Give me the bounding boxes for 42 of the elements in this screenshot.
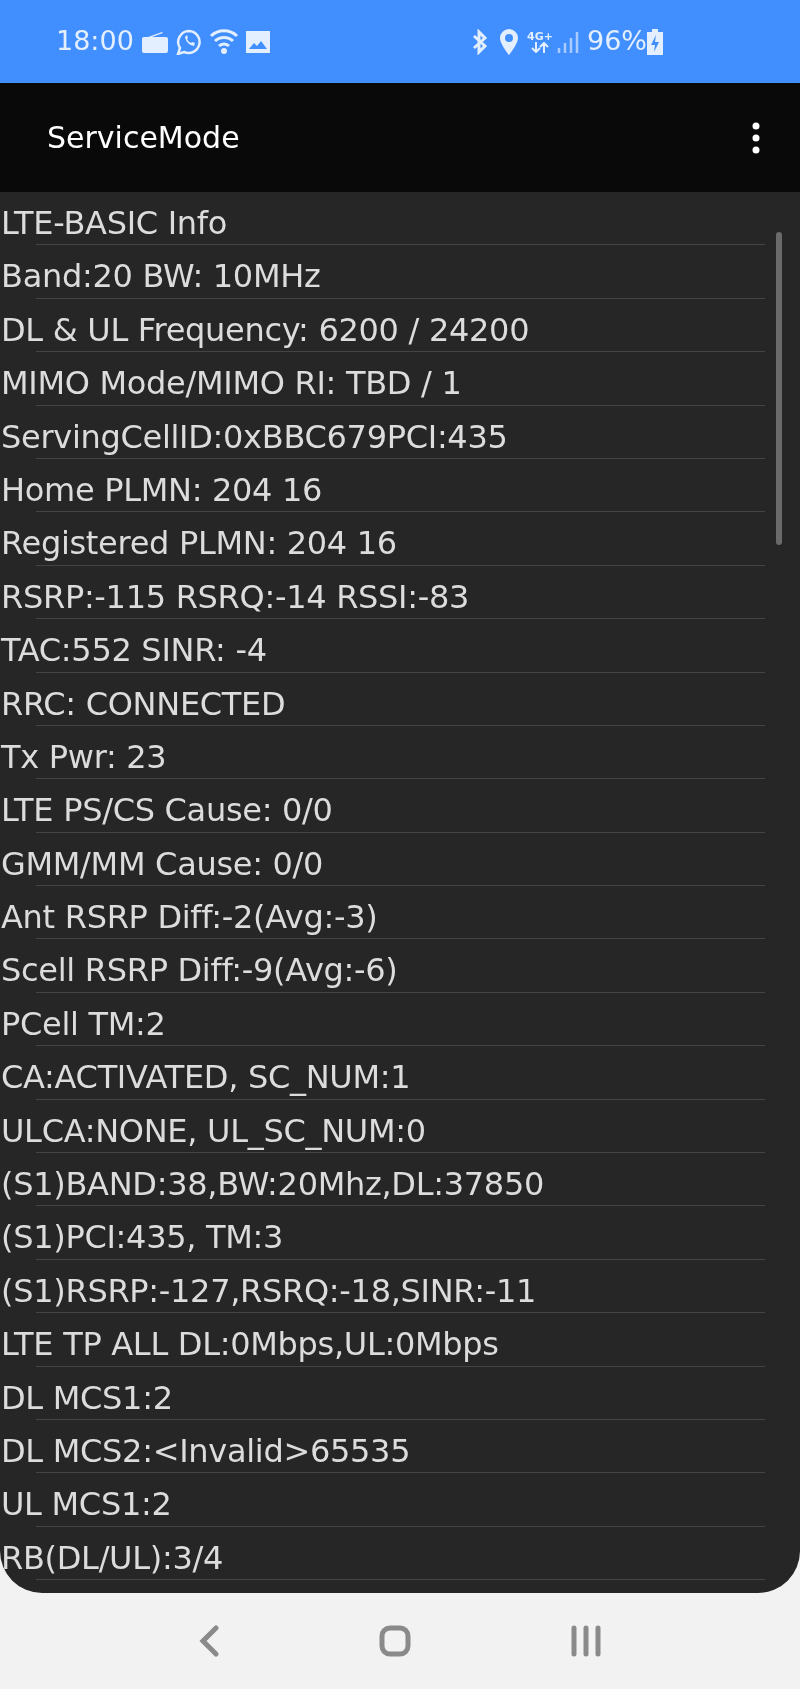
info-line: GMM/MM Cause: 0/0	[1, 843, 324, 885]
info-line: MIMO Mode/MIMO RI: TBD / 1	[1, 363, 462, 405]
info-line: UL MCS1:2	[1, 1484, 172, 1526]
info-line: (S1)PCI:435, TM:3	[1, 1217, 284, 1259]
info-line: RRC: CONNECTED	[1, 683, 286, 725]
info-line: Tx Pwr: 23	[1, 736, 167, 778]
info-line: Home PLMN: 204 16	[1, 469, 323, 511]
info-line: (S1)BAND:38,BW:20Mhz,DL:37850	[1, 1164, 545, 1206]
info-line: PCell TM:2	[1, 1003, 166, 1045]
info-line: DL & UL Frequency: 6200 / 24200	[1, 309, 530, 351]
clock: 18:00	[56, 24, 134, 59]
image-icon	[245, 30, 270, 53]
info-line: ULCA:NONE, UL_SC_NUM:0	[1, 1110, 426, 1152]
info-line: CA:ACTIVATED, SC_NUM:1	[1, 1057, 411, 1099]
back-icon[interactable]	[199, 1625, 219, 1657]
info-line: RSRP:-115 RSRQ:-14 RSSI:-83	[1, 576, 470, 618]
info-line: Scell RSRP Diff:-9(Avg:-6)	[1, 950, 398, 992]
network-type: 4G+	[527, 30, 553, 42]
info-line: RB(DL/UL):3/4	[1, 1537, 224, 1579]
info-line: LTE-BASIC Info	[1, 203, 228, 244]
location-icon	[499, 28, 520, 55]
wifi-icon	[209, 28, 238, 55]
info-line: DL MCS2:<Invalid>65535	[1, 1431, 411, 1472]
recent-apps-icon[interactable]	[571, 1625, 601, 1657]
battery-percent: 96%	[587, 24, 647, 59]
data-arrows-icon	[531, 41, 550, 53]
chat-icon	[175, 28, 202, 55]
more-options-icon[interactable]	[752, 121, 760, 154]
info-line: DL MCS1:2	[1, 1377, 173, 1419]
home-icon[interactable]	[379, 1625, 411, 1657]
info-line: LTE TP ALL DL:0Mbps,UL:0Mbps	[1, 1324, 499, 1366]
battery-charging-icon	[647, 28, 663, 55]
info-line: Registered PLMN: 204 16	[1, 523, 397, 565]
info-line: Band:20 BW: 10MHz	[1, 256, 321, 298]
info-line: ServingCellID:0xBBC679PCI:435	[1, 416, 508, 458]
info-line: Ant RSRP Diff:-2(Avg:-3)	[1, 897, 378, 939]
info-line: LTE PS/CS Cause: 0/0	[1, 790, 333, 832]
radio-icon	[141, 30, 168, 53]
signal-icon	[557, 30, 579, 53]
app-title: ServiceMode	[47, 119, 240, 157]
info-line: TAC:552 SINR: -4	[1, 630, 267, 672]
info-line: (S1)RSRP:-127,RSRQ:-18,SINR:-11	[1, 1270, 537, 1312]
